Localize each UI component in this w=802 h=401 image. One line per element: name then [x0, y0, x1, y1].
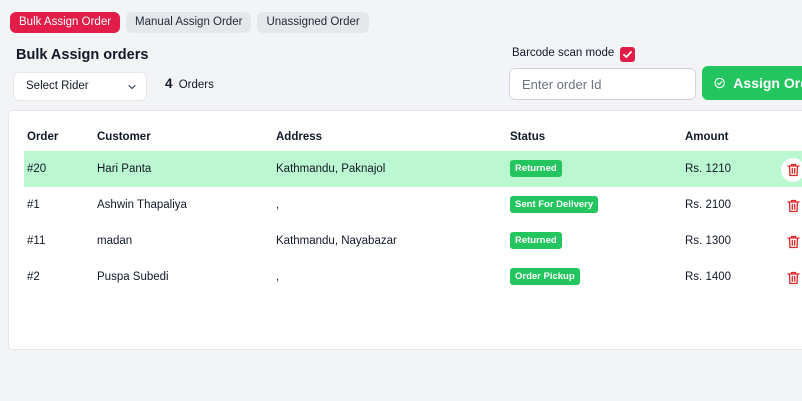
status-badge: Order Pickup [510, 268, 580, 286]
orders-count-number: 4 [165, 76, 173, 91]
barcode-scan-mode-label: Barcode scan mode [512, 47, 615, 59]
header-order: Order [27, 131, 59, 143]
check-icon [623, 51, 632, 58]
trash-icon [786, 163, 800, 177]
status-badge: Returned [510, 160, 562, 178]
tab-unassigned-order[interactable]: Unassigned Order [257, 12, 369, 33]
trash-icon [786, 199, 800, 213]
trash-icon [786, 235, 800, 249]
assign-order-button[interactable]: Assign Order [702, 66, 802, 100]
row-amount: Rs. 2100 [685, 199, 732, 211]
status-badge: Sent For Delivery [510, 196, 599, 214]
table-row[interactable]: #11 madan Kathmandu, Nayabazar Returned … [24, 223, 802, 259]
row-amount: Rs. 1400 [685, 271, 732, 283]
table-header: Order Customer Address Status Amount [9, 131, 802, 145]
header-status: Status [510, 131, 546, 143]
orders-table: Order Customer Address Status Amount #20… [8, 110, 802, 350]
orders-count: 4 Orders [165, 76, 214, 91]
delete-button[interactable] [781, 230, 802, 254]
table-row[interactable]: #1 Ashwin Thapaliya , Sent For Delivery … [24, 187, 802, 223]
rider-select[interactable]: Select Rider [13, 72, 147, 101]
table-row[interactable]: #20 Hari Panta Kathmandu, Paknajol Retur… [24, 151, 802, 187]
tab-bulk-assign-order[interactable]: Bulk Assign Order [10, 12, 121, 33]
row-status: Sent For Delivery [510, 187, 599, 223]
trash-icon [786, 271, 800, 285]
row-customer: madan [97, 235, 133, 247]
row-order: #2 [27, 271, 40, 283]
row-status: Order Pickup [510, 259, 580, 295]
row-address: , [276, 271, 280, 283]
table-row[interactable]: #2 Puspa Subedi , Order Pickup Rs. 1400 [24, 259, 802, 295]
row-address: Kathmandu, Paknajol [276, 163, 386, 175]
orders-count-label: Orders [178, 79, 214, 91]
row-status: Returned [510, 223, 562, 259]
row-customer: Ashwin Thapaliya [97, 199, 187, 211]
delete-button[interactable] [781, 158, 802, 182]
header-address: Address [276, 131, 323, 143]
check-circle-icon [714, 77, 725, 89]
header-customer: Customer [97, 131, 151, 143]
row-order: #11 [27, 235, 46, 247]
delete-button[interactable] [781, 194, 802, 218]
chevron-down-icon [128, 84, 136, 90]
row-address: Kathmandu, Nayabazar [276, 235, 397, 247]
row-status: Returned [510, 151, 562, 187]
row-amount: Rs. 1300 [685, 235, 732, 247]
rider-select-value: Select Rider [26, 80, 89, 92]
order-id-input[interactable] [509, 68, 696, 100]
row-customer: Puspa Subedi [97, 271, 169, 283]
status-badge: Returned [510, 232, 562, 250]
row-customer: Hari Panta [97, 163, 152, 175]
tab-bar: Bulk Assign Order Manual Assign Order Un… [10, 12, 369, 33]
assign-order-label: Assign Order [733, 75, 802, 91]
row-order: #1 [27, 199, 40, 211]
tab-manual-assign-order[interactable]: Manual Assign Order [126, 12, 252, 33]
row-order: #20 [27, 163, 47, 175]
delete-button[interactable] [781, 266, 802, 290]
row-amount: Rs. 1210 [685, 163, 732, 175]
header-amount: Amount [685, 131, 729, 143]
barcode-scan-mode-checkbox[interactable] [620, 47, 635, 62]
page-title: Bulk Assign orders [16, 47, 149, 63]
row-address: , [276, 199, 280, 211]
